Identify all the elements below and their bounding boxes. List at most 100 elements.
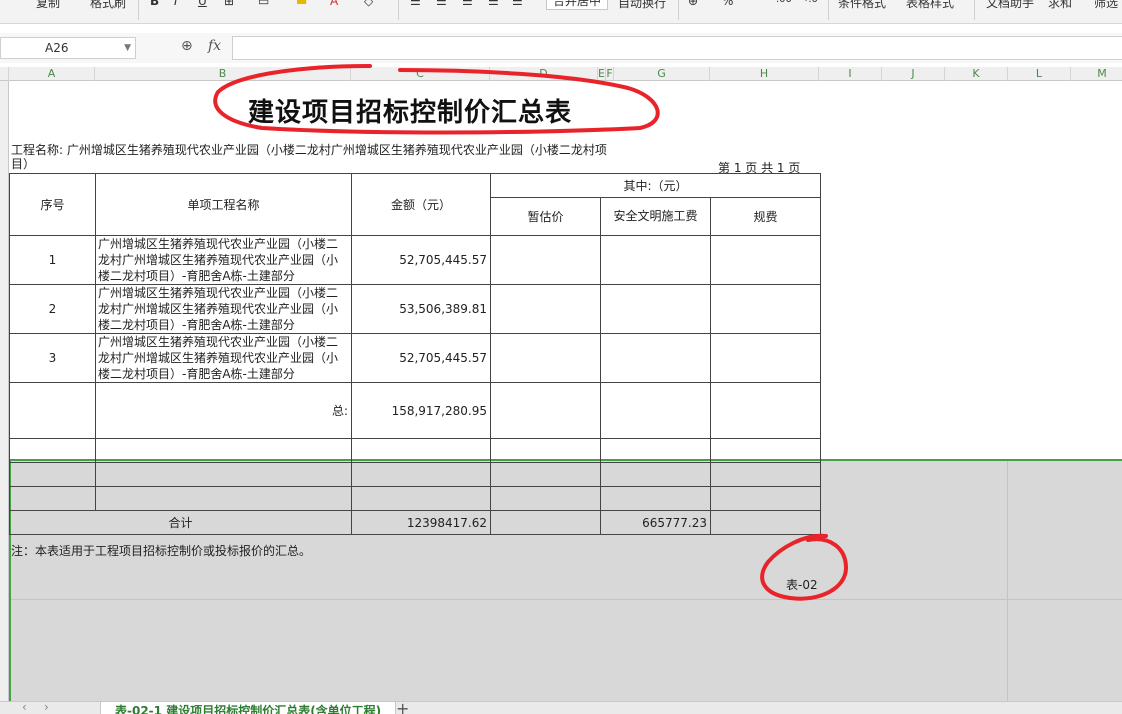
header-provisional[interactable]: 暂估价 (490, 197, 601, 236)
decimal-increase-icon[interactable]: .00 (776, 0, 792, 5)
align-center-icon[interactable]: ☰ (436, 0, 447, 8)
distribute-icon[interactable]: ☰ (512, 0, 523, 8)
row-provisional[interactable] (490, 333, 601, 383)
subtotal-provisional[interactable] (490, 382, 601, 439)
column-header[interactable]: G (614, 67, 710, 81)
border-icon[interactable]: ⊞ (224, 0, 234, 8)
row-fees[interactable] (709, 235, 822, 285)
formula-input[interactable] (232, 36, 1122, 60)
row-provisional[interactable] (490, 284, 601, 334)
row-amount[interactable]: 53,506,389.81 (351, 284, 491, 334)
row-fees[interactable] (709, 284, 822, 334)
column-header[interactable]: A (9, 67, 95, 81)
header-seq[interactable]: 序号 (9, 173, 96, 236)
row-name[interactable]: 广州增城区生猪养殖现代农业产业园（小楼二龙村广州增城区生猪养殖现代农业产业园（小… (95, 284, 352, 334)
add-sheet-icon[interactable]: + (396, 702, 409, 714)
column-header[interactable]: K (945, 67, 1008, 81)
column-header[interactable]: J (882, 67, 945, 81)
empty-cell[interactable] (709, 486, 822, 511)
empty-cell[interactable] (600, 438, 711, 463)
merge-center-button[interactable]: 合并居中 (546, 0, 609, 10)
name-box[interactable]: A26 ▼ (0, 37, 136, 59)
subtotal-label[interactable]: 总: (95, 382, 352, 439)
empty-cell[interactable] (9, 462, 96, 487)
fx-icon[interactable]: fx (208, 38, 221, 54)
empty-cell[interactable] (709, 462, 822, 487)
total-provisional[interactable] (490, 510, 601, 535)
row-amount[interactable]: 52,705,445.57 (351, 333, 491, 383)
column-header[interactable]: H (710, 67, 819, 81)
cond-format-button[interactable]: 条件格式 (838, 0, 886, 11)
subtotal-seq[interactable] (9, 382, 96, 439)
total-safety[interactable]: 665777.23 (600, 510, 711, 535)
row-header-strip[interactable] (0, 81, 9, 701)
sheet-title[interactable]: 建设项目招标控制价汇总表 (248, 92, 572, 129)
percent-icon[interactable]: % (722, 0, 733, 8)
column-header[interactable]: M (1071, 67, 1122, 81)
auto-wrap-button[interactable]: 自动换行 (618, 0, 666, 11)
column-header[interactable]: B (95, 67, 351, 81)
empty-cell[interactable] (351, 462, 491, 487)
empty-cell[interactable] (490, 486, 601, 511)
subtotal-safety[interactable] (600, 382, 711, 439)
zoom-icon[interactable]: ⊕ (181, 38, 193, 54)
table-note[interactable]: 注：本表适用于工程项目招标控制价或投标报价的汇总。 (11, 542, 311, 559)
align-right-icon[interactable]: ☰ (462, 0, 473, 8)
row-seq[interactable]: 2 (9, 284, 96, 334)
align-left-icon[interactable]: ☰ (410, 0, 421, 8)
empty-cell[interactable] (9, 438, 96, 463)
fill-color-icon[interactable]: ▭ (258, 0, 269, 8)
select-all-corner[interactable] (0, 67, 9, 81)
header-name[interactable]: 单项工程名称 (95, 173, 352, 236)
header-including[interactable]: 其中:（元） (489, 173, 822, 198)
highlight-icon[interactable]: ▬ (296, 0, 307, 8)
empty-cell[interactable] (95, 486, 352, 511)
prev-sheet-icon[interactable]: ‹ (22, 702, 27, 714)
column-header[interactable]: C (351, 67, 490, 81)
empty-cell[interactable] (490, 462, 601, 487)
row-safety[interactable] (600, 284, 711, 334)
total-label[interactable]: 合计 (9, 510, 352, 535)
italic-icon[interactable]: I (174, 0, 178, 8)
empty-cell[interactable] (709, 438, 822, 463)
column-header[interactable]: F (606, 67, 614, 81)
sheet-tab-active[interactable]: 表-02-1 建设项目招标控制价汇总表(含单位工程) (100, 702, 397, 714)
empty-cell[interactable] (95, 438, 352, 463)
empty-cell[interactable] (95, 462, 352, 487)
empty-cell[interactable] (600, 462, 711, 487)
column-header[interactable]: L (1008, 67, 1071, 81)
header-fees[interactable]: 规费 (709, 197, 822, 236)
project-name[interactable]: 工程名称: 广州增城区生猪养殖现代农业产业园（小楼二龙村广州增城区生猪养殖现代农… (11, 143, 611, 171)
justify-icon[interactable]: ☰ (488, 0, 499, 8)
empty-cell[interactable] (490, 438, 601, 463)
row-fees[interactable] (709, 333, 822, 383)
row-amount[interactable]: 52,705,445.57 (351, 235, 491, 285)
bold-icon[interactable]: B (150, 0, 159, 8)
empty-cell[interactable] (9, 486, 96, 511)
format-painter-button[interactable]: 格式刷 (90, 0, 126, 11)
row-seq[interactable]: 3 (9, 333, 96, 383)
column-header[interactable]: I (819, 67, 882, 81)
subtotal-amount[interactable]: 158,917,280.95 (351, 382, 491, 439)
doc-helper-button[interactable]: 文档助手 (986, 0, 1034, 11)
header-safety[interactable]: 安全文明施工费 (600, 197, 711, 236)
empty-cell[interactable] (600, 486, 711, 511)
empty-cell[interactable] (351, 438, 491, 463)
row-provisional[interactable] (490, 235, 601, 285)
font-color-icon[interactable]: A (330, 0, 338, 8)
total-fees[interactable] (709, 510, 822, 535)
chevron-down-icon[interactable]: ▼ (124, 38, 131, 58)
row-name[interactable]: 广州增城区生猪养殖现代农业产业园（小楼二龙村广州增城区生猪养殖现代农业产业园（小… (95, 235, 352, 285)
sum-button[interactable]: 求和 (1048, 0, 1072, 11)
decimal-decrease-icon[interactable]: →.0 (800, 0, 818, 5)
table-code[interactable]: 表-02 (786, 576, 818, 593)
copy-button[interactable]: 复制 (36, 0, 60, 11)
empty-cell[interactable] (351, 486, 491, 511)
next-sheet-icon[interactable]: › (44, 702, 49, 714)
filter-button[interactable]: 筛选 (1094, 0, 1118, 11)
row-safety[interactable] (600, 333, 711, 383)
column-header[interactable]: E (598, 67, 606, 81)
column-header[interactable]: D (490, 67, 598, 81)
clear-format-icon[interactable]: ◇ (364, 0, 373, 8)
header-amount[interactable]: 金额（元） (351, 173, 491, 236)
